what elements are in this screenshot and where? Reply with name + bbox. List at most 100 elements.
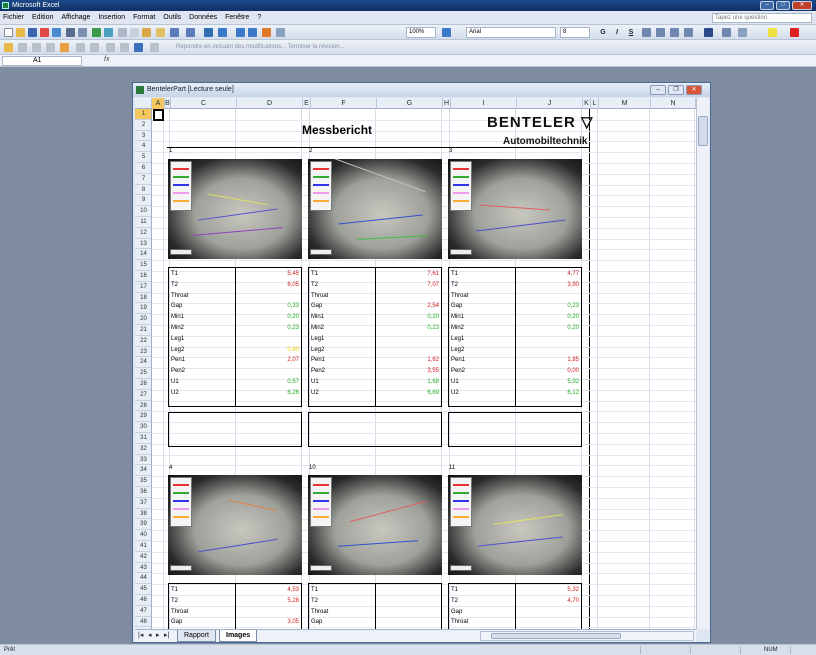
open-icon[interactable] <box>16 28 25 37</box>
review-accept-icon[interactable] <box>134 43 143 52</box>
fill-color-icon[interactable] <box>768 28 777 37</box>
paste-icon[interactable] <box>142 28 151 37</box>
font-color-icon[interactable] <box>790 28 799 37</box>
align-left-icon[interactable] <box>642 28 651 37</box>
row-header[interactable]: 27 <box>135 390 151 401</box>
review-comment-icon[interactable] <box>46 43 55 52</box>
row-header[interactable]: 21 <box>135 325 151 336</box>
row-header[interactable]: 39 <box>135 519 151 531</box>
row-header[interactable]: 45 <box>135 584 151 595</box>
spelling-icon[interactable] <box>92 28 101 37</box>
menu-fenetre[interactable]: Fenêtre <box>222 11 252 25</box>
review-show-icon[interactable] <box>90 43 99 52</box>
workbook-minimize-button[interactable]: – <box>650 85 666 95</box>
borders-icon[interactable] <box>738 28 747 37</box>
vertical-scroll-thumb[interactable] <box>698 116 708 146</box>
review-prev-icon[interactable] <box>18 43 27 52</box>
row-header[interactable]: 20 <box>135 314 151 325</box>
currency-icon[interactable] <box>704 28 713 37</box>
menu-donnees[interactable]: Données <box>186 11 220 25</box>
menu-outils[interactable]: Outils <box>160 11 184 25</box>
column-header-h[interactable]: H <box>443 98 451 109</box>
row-header[interactable]: 2 <box>135 120 151 131</box>
row-header[interactable]: 18 <box>135 293 151 304</box>
row-header[interactable]: 15 <box>135 260 151 271</box>
menu-format[interactable]: Format <box>130 11 158 25</box>
indent-icon[interactable] <box>722 28 731 37</box>
row-header[interactable]: 12 <box>135 228 151 239</box>
hyperlink-icon[interactable] <box>204 28 213 37</box>
workbook-restore-button[interactable]: ❐ <box>668 85 684 95</box>
row-header[interactable]: 40 <box>135 530 151 541</box>
menu-help[interactable]: ? <box>254 11 264 25</box>
sort-ascending-icon[interactable] <box>236 28 245 37</box>
select-all-corner[interactable] <box>135 98 152 109</box>
row-header[interactable]: 8 <box>135 185 151 196</box>
row-header[interactable]: 9 <box>135 195 151 207</box>
print-icon[interactable] <box>66 28 75 37</box>
row-header[interactable]: 48 <box>135 617 151 628</box>
sort-descending-icon[interactable] <box>248 28 257 37</box>
row-header[interactable]: 46 <box>135 595 151 606</box>
column-header-f[interactable]: F <box>311 98 377 109</box>
drawing-icon[interactable] <box>276 28 285 37</box>
tab-next-button[interactable]: ▸ <box>156 631 160 641</box>
column-header-l[interactable]: L <box>591 98 599 109</box>
row-header[interactable]: 23 <box>135 347 151 358</box>
close-button[interactable]: ✕ <box>792 1 812 10</box>
zoom-select[interactable]: 100% <box>406 27 436 38</box>
row-header[interactable]: 1 <box>135 109 151 120</box>
row-header[interactable]: 5 <box>135 152 151 163</box>
column-header-n[interactable]: N <box>651 98 696 109</box>
cut-icon[interactable] <box>118 28 127 37</box>
chart-wizard-icon[interactable] <box>262 28 271 37</box>
row-header[interactable]: 29 <box>135 411 151 423</box>
row-header[interactable]: 36 <box>135 487 151 498</box>
column-header-d[interactable]: D <box>237 98 303 109</box>
review-track-icon[interactable] <box>120 43 129 52</box>
row-header[interactable]: 37 <box>135 498 151 509</box>
row-header[interactable]: 47 <box>135 606 151 617</box>
row-header[interactable]: 24 <box>135 357 151 369</box>
review-delete-icon[interactable] <box>76 43 85 52</box>
research-icon[interactable] <box>104 28 113 37</box>
review-actions-text[interactable]: Répondre en incluant des modifications..… <box>176 43 345 52</box>
row-header[interactable]: 31 <box>135 433 151 444</box>
row-header[interactable]: 43 <box>135 563 151 574</box>
horizontal-scroll-thumb[interactable] <box>491 633 621 639</box>
print-preview-icon[interactable] <box>78 28 87 37</box>
name-box[interactable]: A1 <box>2 56 82 66</box>
row-header[interactable]: 25 <box>135 368 151 379</box>
align-right-icon[interactable] <box>670 28 679 37</box>
row-header[interactable]: 28 <box>135 401 151 412</box>
row-header[interactable]: 13 <box>135 239 151 250</box>
row-header[interactable]: 19 <box>135 303 151 315</box>
tab-rapport[interactable]: Rapport <box>177 630 216 642</box>
row-header[interactable]: 44 <box>135 573 151 585</box>
worksheet-grid[interactable]: Messbericht BENTELER ▽ Automobiltechnik … <box>152 109 696 629</box>
help-icon[interactable] <box>442 28 451 37</box>
review-icon[interactable] <box>4 43 13 52</box>
undo-icon[interactable] <box>170 28 179 37</box>
column-header-m[interactable]: M <box>599 98 651 109</box>
review-ink-icon[interactable] <box>106 43 115 52</box>
underline-button[interactable]: S <box>626 27 636 38</box>
menu-fichier[interactable]: Fichier <box>0 11 27 25</box>
row-header[interactable]: 7 <box>135 174 151 185</box>
review-edit-icon[interactable] <box>60 43 69 52</box>
horizontal-scrollbar[interactable] <box>480 631 694 641</box>
fx-icon[interactable]: fx <box>104 56 109 63</box>
row-header[interactable]: 4 <box>135 141 151 153</box>
workbook-close-button[interactable]: ✕ <box>686 85 702 95</box>
row-header[interactable]: 17 <box>135 282 151 293</box>
row-header[interactable]: 26 <box>135 379 151 390</box>
row-header[interactable]: 32 <box>135 444 151 455</box>
autosum-icon[interactable] <box>218 28 227 37</box>
active-cell-a1[interactable] <box>153 109 164 121</box>
permission-icon[interactable] <box>40 28 49 37</box>
minimize-button[interactable]: – <box>760 1 774 10</box>
maximize-button[interactable]: □ <box>776 1 790 10</box>
new-icon[interactable] <box>4 28 13 37</box>
tab-prev-button[interactable]: ◂ <box>148 631 152 641</box>
row-header[interactable]: 35 <box>135 476 151 487</box>
